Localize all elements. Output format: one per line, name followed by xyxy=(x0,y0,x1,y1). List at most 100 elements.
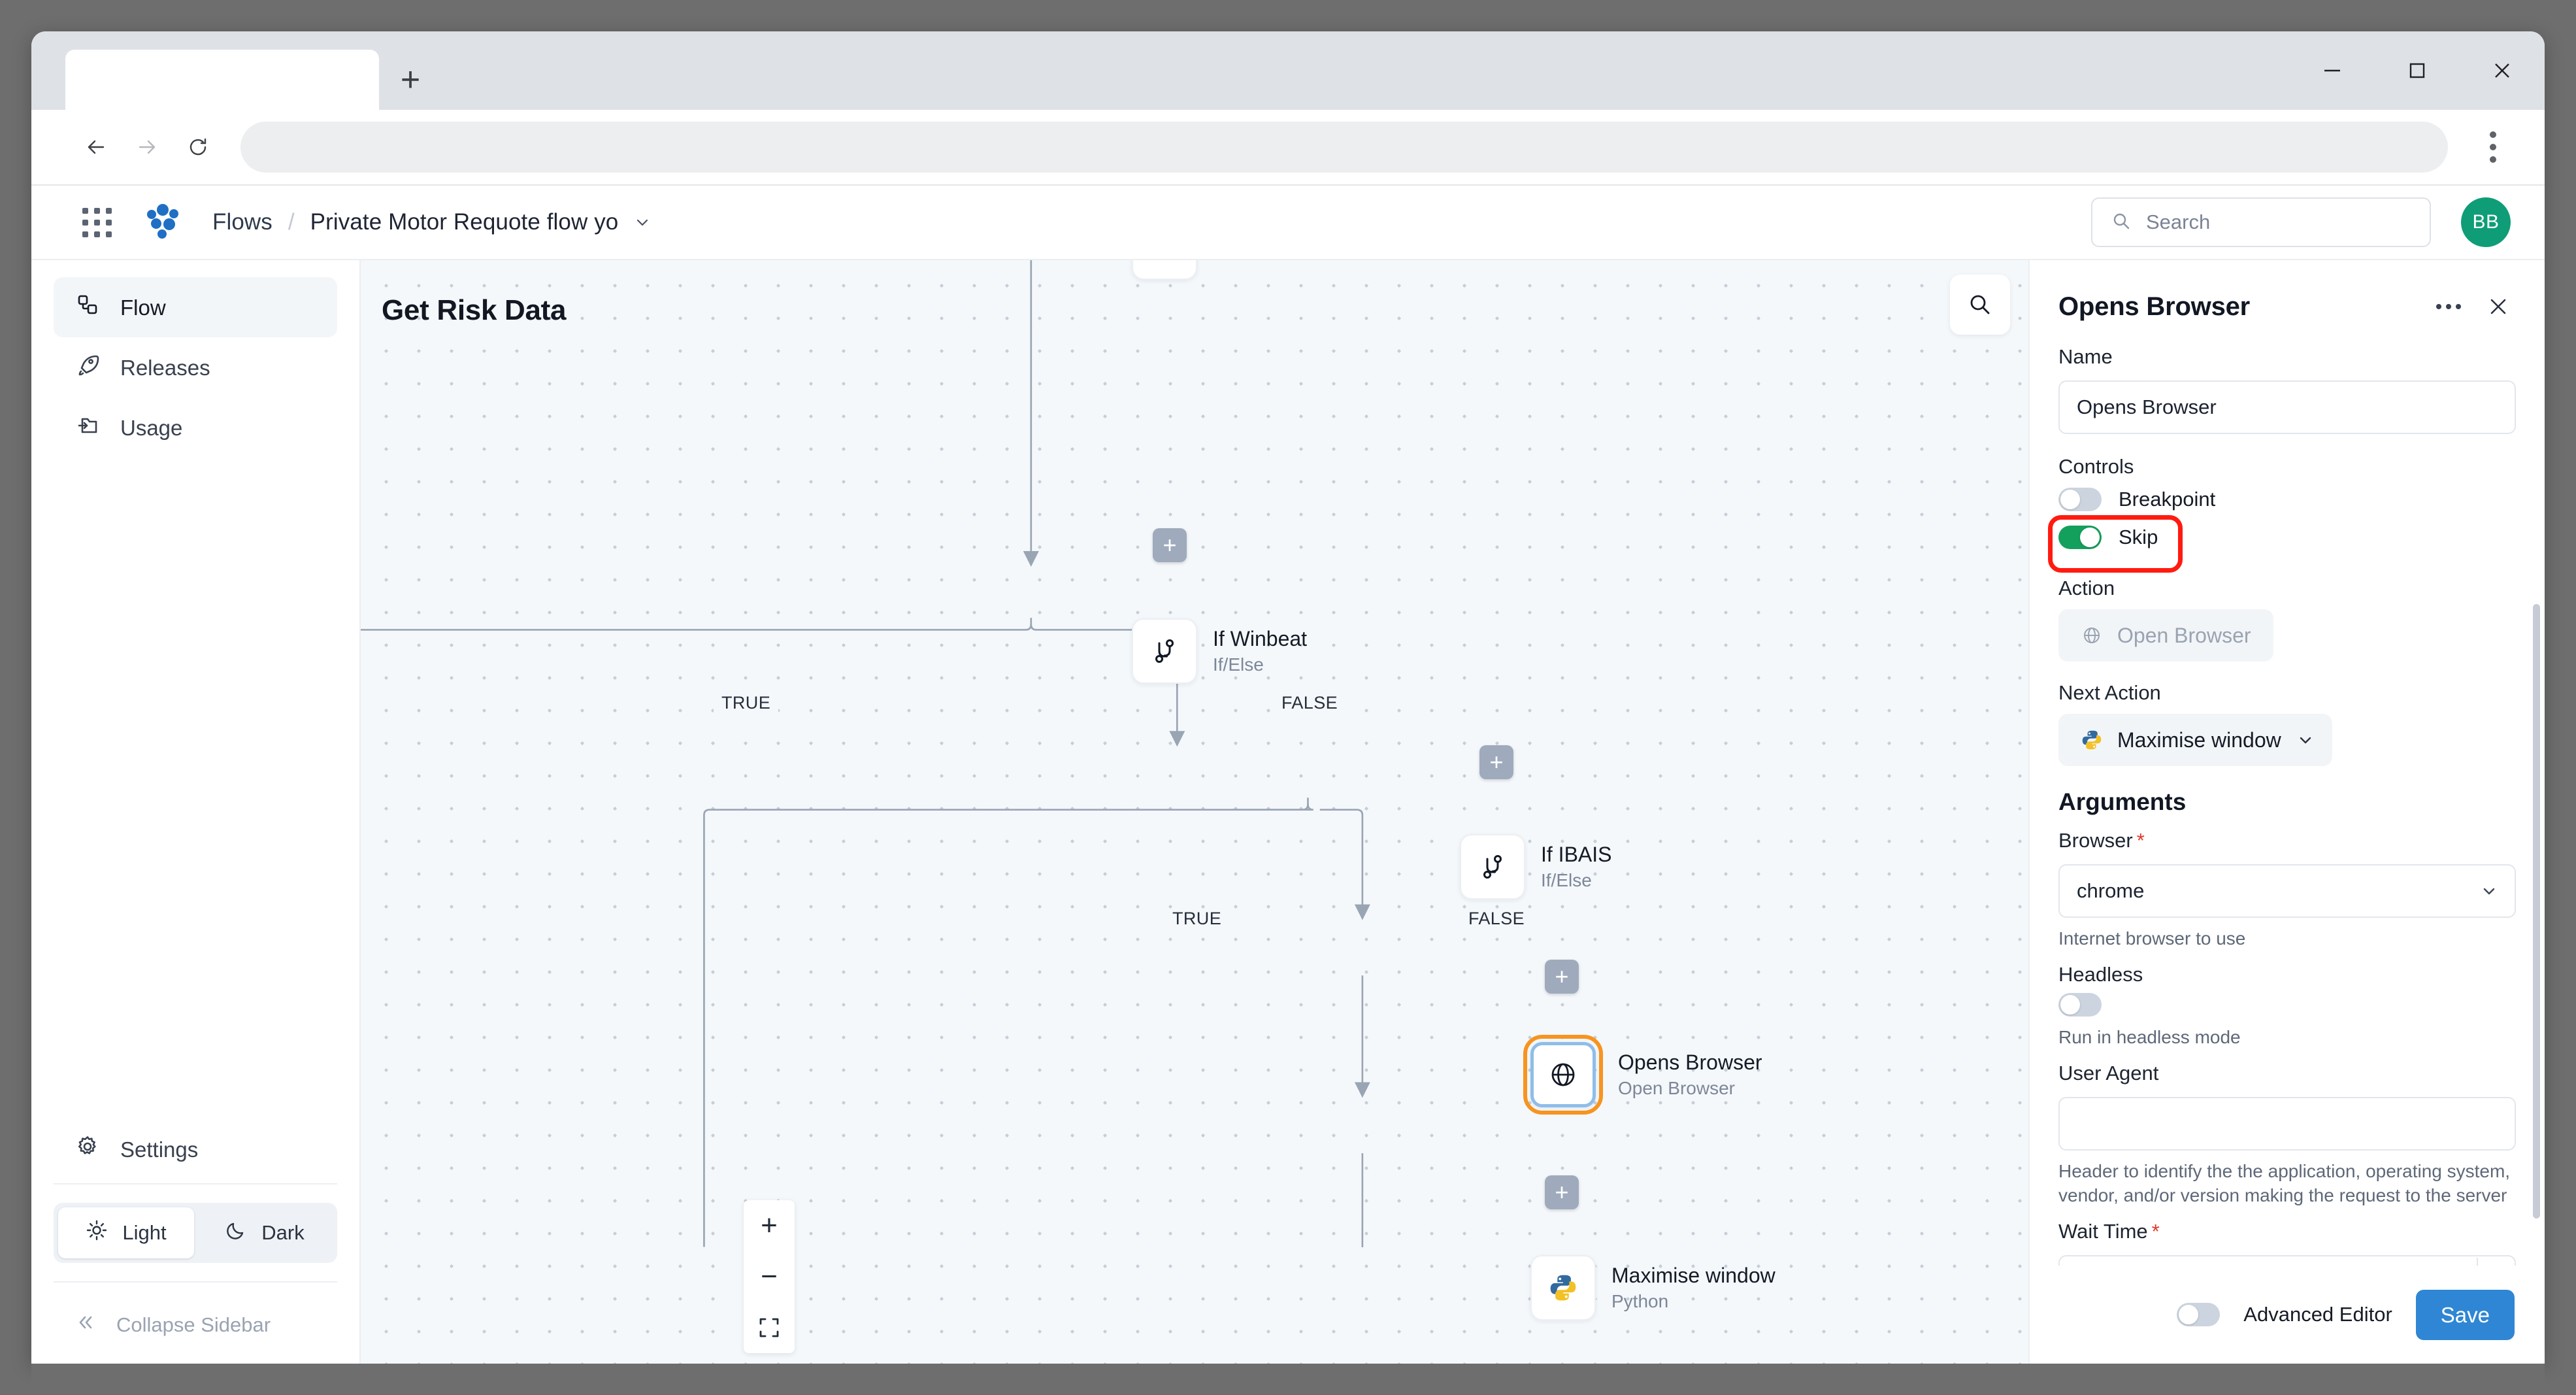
user-agent-field[interactable] xyxy=(2058,1096,2516,1151)
breadcrumb-separator: / xyxy=(288,209,295,235)
action-label: Action xyxy=(2058,577,2115,599)
flow-node-maximise-window[interactable]: Maximise window Python xyxy=(1530,1255,1775,1320)
browser-tab-bar: + xyxy=(31,31,2545,110)
node-text: If Winbeat If/Else xyxy=(1213,627,1307,676)
breakpoint-label: Breakpoint xyxy=(2119,488,2216,511)
skip-toggle[interactable] xyxy=(2058,526,2102,549)
browser-tab[interactable] xyxy=(65,50,379,110)
action-value: Open Browser xyxy=(2117,623,2251,647)
sidebar-divider xyxy=(54,1183,337,1185)
theme-switch: Light Dark xyxy=(54,1203,337,1263)
app-top-bar: Flows / Private Motor Requote flow yo Se… xyxy=(31,186,2545,260)
zoom-out-button[interactable]: − xyxy=(744,1251,795,1302)
sidebar-item-label: Flow xyxy=(120,295,166,320)
sidebar-item-settings[interactable]: Settings xyxy=(54,1119,337,1179)
fit-screen-icon[interactable] xyxy=(744,1302,795,1353)
flow-node-opens-browser[interactable]: Opens Browser Open Browser xyxy=(1523,1035,1762,1115)
required-asterisk: * xyxy=(2151,1219,2160,1243)
python-icon xyxy=(2082,730,2102,750)
flow-canvas[interactable]: Get Risk Data TRUE FALSE TRUE FALSE + + … xyxy=(361,260,2028,1364)
minimize-button[interactable] xyxy=(2290,31,2375,110)
next-action-chip[interactable]: Maximise window xyxy=(2058,714,2332,766)
address-bar[interactable] xyxy=(240,122,2448,173)
breakpoint-toggle[interactable] xyxy=(2058,488,2102,511)
flow-edges xyxy=(361,260,1370,1247)
add-step-button[interactable]: + xyxy=(1545,1175,1579,1209)
branch-icon xyxy=(1483,855,1502,879)
collapse-sidebar-button[interactable]: Collapse Sidebar xyxy=(54,1286,337,1364)
avatar[interactable]: BB xyxy=(2461,197,2511,247)
wait-time-field[interactable]: 10 ▲ ▼ xyxy=(2058,1254,2516,1266)
sidebar-item-usage[interactable]: Usage xyxy=(54,397,337,458)
kebab-menu-icon[interactable] xyxy=(2470,122,2516,173)
theme-option-dark[interactable]: Dark xyxy=(197,1207,333,1258)
grid-apps-icon[interactable] xyxy=(82,207,112,237)
add-step-button[interactable]: + xyxy=(1545,960,1579,994)
forward-arrow-icon[interactable] xyxy=(122,122,173,173)
panel-body[interactable]: Name Opens Browser Controls Breakpoint S… xyxy=(2030,323,2545,1266)
next-action-label: Next Action xyxy=(2058,681,2161,704)
stepper-up-button[interactable]: ▲ xyxy=(2478,1258,2513,1266)
browser-hint: Internet browser to use xyxy=(2058,928,2246,949)
advanced-editor-label: Advanced Editor xyxy=(2243,1303,2392,1326)
skip-row: Skip xyxy=(2048,515,2516,573)
browser-select[interactable]: chrome xyxy=(2058,864,2516,918)
name-field-value: Opens Browser xyxy=(2077,395,2217,418)
maximize-button[interactable] xyxy=(2375,31,2460,110)
zoom-in-button[interactable]: + xyxy=(744,1200,795,1251)
save-button[interactable]: Save xyxy=(2415,1289,2515,1340)
controls-heading: Controls xyxy=(2058,455,2134,478)
flow-node-if-winbeat[interactable]: If Winbeat If/Else xyxy=(1132,618,1307,684)
browser-label: Browser * xyxy=(2058,829,2516,852)
python-icon xyxy=(1550,1275,1576,1301)
sidebar-item-label: Settings xyxy=(120,1137,199,1162)
chevron-down-icon[interactable] xyxy=(633,212,652,232)
node-title: Maximise window xyxy=(1611,1263,1775,1287)
edge-label-false: FALSE xyxy=(1274,693,1346,713)
advanced-editor-toggle[interactable] xyxy=(2177,1303,2221,1326)
sidebar-item-label: Releases xyxy=(120,355,210,380)
panel-scrollbar[interactable] xyxy=(2533,604,2540,1219)
theme-option-light[interactable]: Light xyxy=(58,1207,194,1258)
search-input[interactable]: Search xyxy=(2091,197,2431,247)
flow-node-if-ibais[interactable]: If IBAIS If/Else xyxy=(1460,834,1611,899)
chevron-down-icon xyxy=(2479,881,2499,901)
flow-nodes-icon xyxy=(74,292,101,323)
panel-footer: Advanced Editor Save xyxy=(2030,1266,2545,1364)
add-step-button[interactable]: + xyxy=(1153,528,1187,562)
sidebar-divider xyxy=(54,1281,337,1283)
arguments-heading: Arguments xyxy=(2058,788,2187,815)
browser-select-value: chrome xyxy=(2077,879,2145,902)
user-agent-hint: Header to identify the the application, … xyxy=(2058,1160,2511,1205)
edge-label-true: TRUE xyxy=(714,693,779,713)
wait-time-label: Wait Time * xyxy=(2058,1220,2516,1243)
breadcrumb-root[interactable]: Flows xyxy=(212,209,272,235)
more-horizontal-icon[interactable] xyxy=(2426,297,2471,316)
node-title: If IBAIS xyxy=(1541,842,1612,866)
browser-window: + Flows / Private Motor Requote flow yo … xyxy=(31,31,2545,1364)
theme-option-label: Light xyxy=(122,1221,167,1244)
reload-icon[interactable] xyxy=(173,122,223,173)
properties-panel: Opens Browser Name Opens Browser Control… xyxy=(2028,260,2545,1364)
node-text: If IBAIS If/Else xyxy=(1541,843,1611,892)
name-field[interactable]: Opens Browser xyxy=(2058,380,2516,434)
panel-close-icon[interactable] xyxy=(2471,290,2516,323)
back-arrow-icon[interactable] xyxy=(71,122,122,173)
chevron-down-icon xyxy=(2296,730,2315,750)
sidebar-item-releases[interactable]: Releases xyxy=(54,337,337,397)
add-step-button[interactable]: + xyxy=(1479,745,1513,779)
grape-logo xyxy=(147,204,178,239)
headless-toggle[interactable] xyxy=(2058,992,2102,1017)
sidebar: Flow Releases Usage Settings Light Dark … xyxy=(31,260,361,1364)
flow-node-partial[interactable] xyxy=(1132,260,1197,280)
new-tab-button[interactable]: + xyxy=(379,50,442,110)
required-asterisk: * xyxy=(2136,829,2145,852)
node-icon-box xyxy=(1132,260,1197,280)
sidebar-item-flow[interactable]: Flow xyxy=(54,277,337,337)
sidebar-item-label: Usage xyxy=(120,415,183,440)
browser-toolbar xyxy=(31,110,2545,186)
sun-icon xyxy=(86,1219,108,1247)
action-chip: Open Browser xyxy=(2058,609,2273,662)
close-window-button[interactable] xyxy=(2460,31,2545,110)
